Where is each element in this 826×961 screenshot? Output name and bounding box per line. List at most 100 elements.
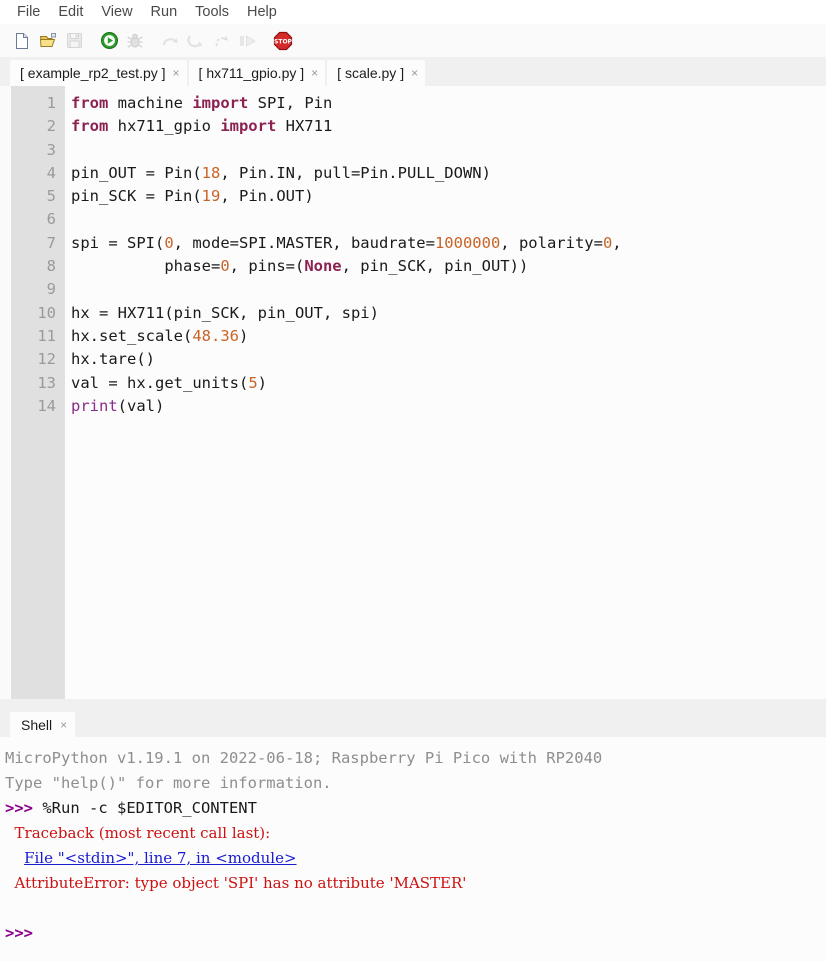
code-line[interactable]: hx.set_scale(48.36) xyxy=(71,325,826,348)
editor-tab-label: [ scale.py ] xyxy=(337,65,405,81)
code-token: print xyxy=(71,396,118,415)
shell-text: %Run -c $EDITOR_CONTENT xyxy=(33,799,257,817)
run-play-icon[interactable] xyxy=(96,28,122,54)
shell-line: >>> %Run -c $EDITOR_CONTENT xyxy=(5,796,826,821)
line-number: 11 xyxy=(37,326,56,345)
shell-line: File "<stdin>", line 7, in <module> xyxy=(5,846,826,871)
code-line[interactable] xyxy=(71,139,826,162)
resume-icon xyxy=(235,28,261,54)
code-line[interactable] xyxy=(71,208,826,231)
close-icon[interactable]: × xyxy=(173,67,180,79)
code-token: hx711_gpio xyxy=(108,117,221,136)
shell-line: >>> xyxy=(5,921,826,946)
line-number: 5 xyxy=(46,187,56,206)
menu-help[interactable]: Help xyxy=(238,1,286,24)
shell-line: Type "help()" for more information. xyxy=(5,771,826,796)
code-token: , xyxy=(612,233,622,252)
shell-line: Traceback (most recent call last): xyxy=(5,821,826,846)
code-line[interactable]: phase=0, pins=(None, pin_SCK, pin_OUT)) xyxy=(71,255,826,278)
code-token: ) xyxy=(239,326,249,345)
code-token: machine xyxy=(108,94,193,112)
save-icon xyxy=(61,28,87,54)
code-token: 18 xyxy=(201,163,221,182)
code-line[interactable]: pin_OUT = Pin(18, Pin.IN, pull=Pin.PULL_… xyxy=(71,162,826,185)
line-number: 1 xyxy=(46,94,56,112)
code-token: hx.set_scale( xyxy=(71,326,193,345)
code-editor[interactable]: 1 2 3 4 5 6 7 8 9 10 11 12 13 14 from machine import … xyxy=(0,86,826,699)
traceback-file-link[interactable]: File "<stdin>", line 7, in <module> xyxy=(24,849,296,867)
code-line[interactable]: from hx711_gpio import HX711 xyxy=(71,115,826,138)
code-token: 0 xyxy=(164,233,174,252)
code-line[interactable]: hx.tare() xyxy=(71,348,826,371)
shell-text: AttributeError: type object 'SPI' has no… xyxy=(5,874,467,892)
code-token: pin_OUT = Pin( xyxy=(71,163,202,182)
editor-shell-splitter[interactable] xyxy=(0,699,826,709)
code-line[interactable]: hx = HX711(pin_SCK, pin_OUT, spi) xyxy=(71,302,826,325)
line-number: 13 xyxy=(37,373,56,392)
shell-prompt: >>> xyxy=(5,924,33,942)
code-token: None xyxy=(304,257,342,276)
shell-prompt: >>> xyxy=(5,799,33,817)
code-line[interactable]: spi = SPI(0, mode=SPI.MASTER, baudrate=1… xyxy=(71,232,826,255)
step-out-icon xyxy=(209,28,235,54)
menu-tools[interactable]: Tools xyxy=(186,1,238,24)
code-line[interactable]: from machine import SPI, Pin xyxy=(71,92,826,115)
code-line[interactable]: print(val) xyxy=(71,395,826,418)
close-icon[interactable]: × xyxy=(60,719,67,731)
code-token: , Pin.IN, pull=Pin.PULL_DOWN) xyxy=(220,163,491,182)
svg-text:STOP: STOP xyxy=(274,38,293,45)
code-token: 5 xyxy=(248,373,258,392)
menu-bar: File Edit View Run Tools Help xyxy=(0,0,826,24)
tab-shell[interactable]: Shell × xyxy=(10,712,76,737)
code-token: 0 xyxy=(220,257,230,276)
editor-tab-1[interactable]: [ hx711_gpio.py ] × xyxy=(188,60,326,86)
shell-tab-label: Shell xyxy=(21,716,53,733)
code-token: spi = SPI( xyxy=(71,233,165,252)
line-number: 14 xyxy=(37,396,56,415)
code-token: ) xyxy=(257,373,267,392)
code-token: from xyxy=(71,94,109,112)
code-token: val = hx.get_units( xyxy=(71,373,249,392)
line-number: 6 xyxy=(46,210,56,229)
menu-edit[interactable]: Edit xyxy=(49,1,92,24)
code-token: 48.36 xyxy=(192,326,239,345)
close-icon[interactable]: × xyxy=(311,67,318,79)
code-token: from xyxy=(71,117,109,136)
line-number-gutter: 1 2 3 4 5 6 7 8 9 10 11 12 13 14 xyxy=(11,86,65,699)
shell-line: AttributeError: type object 'SPI' has no… xyxy=(5,871,826,896)
shell-output[interactable]: MicroPython v1.19.1 on 2022-06-18; Raspb… xyxy=(0,737,826,961)
stop-icon[interactable]: STOP xyxy=(270,28,296,54)
code-token: , Pin.OUT) xyxy=(220,187,314,206)
thonny-window: File Edit View Run Tools Help STOP [exa… xyxy=(0,0,826,961)
code-token: import xyxy=(220,117,277,136)
shell-text: MicroPython v1.19.1 on 2022-06-18; Raspb… xyxy=(5,749,603,767)
step-into-icon xyxy=(183,28,209,54)
toolbar: STOP xyxy=(0,24,826,57)
open-folder-icon[interactable] xyxy=(35,28,61,54)
line-number: 9 xyxy=(46,280,56,299)
code-text-area[interactable]: from machine import SPI, Pin from hx711_g… xyxy=(65,86,826,699)
code-token: 1000000 xyxy=(434,233,501,252)
menu-view[interactable]: View xyxy=(92,1,141,24)
code-token: import xyxy=(192,94,249,112)
editor-tab-2[interactable]: [ scale.py ] × xyxy=(327,60,426,86)
shell-text: Traceback (most recent call last): xyxy=(5,824,271,842)
debug-bug-icon xyxy=(122,28,148,54)
shell-tab-bar: Shell × xyxy=(0,709,826,737)
code-token: hx.tare() xyxy=(71,350,155,369)
editor-tab-0[interactable]: [ example_rp2_test.py ] × xyxy=(10,60,187,86)
code-token: hx = HX711(pin_SCK, pin_OUT, spi) xyxy=(71,303,379,322)
menu-file[interactable]: File xyxy=(8,1,49,24)
code-token: , pin_SCK, pin_OUT)) xyxy=(341,257,529,276)
close-icon[interactable]: × xyxy=(411,67,418,79)
new-file-icon[interactable] xyxy=(9,28,35,54)
shell-text: Type "help()" for more information. xyxy=(5,774,332,792)
code-line[interactable]: pin_SCK = Pin(19, Pin.OUT) xyxy=(71,185,826,208)
code-line[interactable] xyxy=(71,278,826,301)
shell-line: MicroPython v1.19.1 on 2022-06-18; Raspb… xyxy=(5,746,826,771)
code-token: (val) xyxy=(117,396,165,415)
line-number: 10 xyxy=(37,303,56,322)
code-token: , pins=( xyxy=(229,257,305,276)
code-line[interactable]: val = hx.get_units(5) xyxy=(71,372,826,395)
menu-run[interactable]: Run xyxy=(142,1,187,24)
